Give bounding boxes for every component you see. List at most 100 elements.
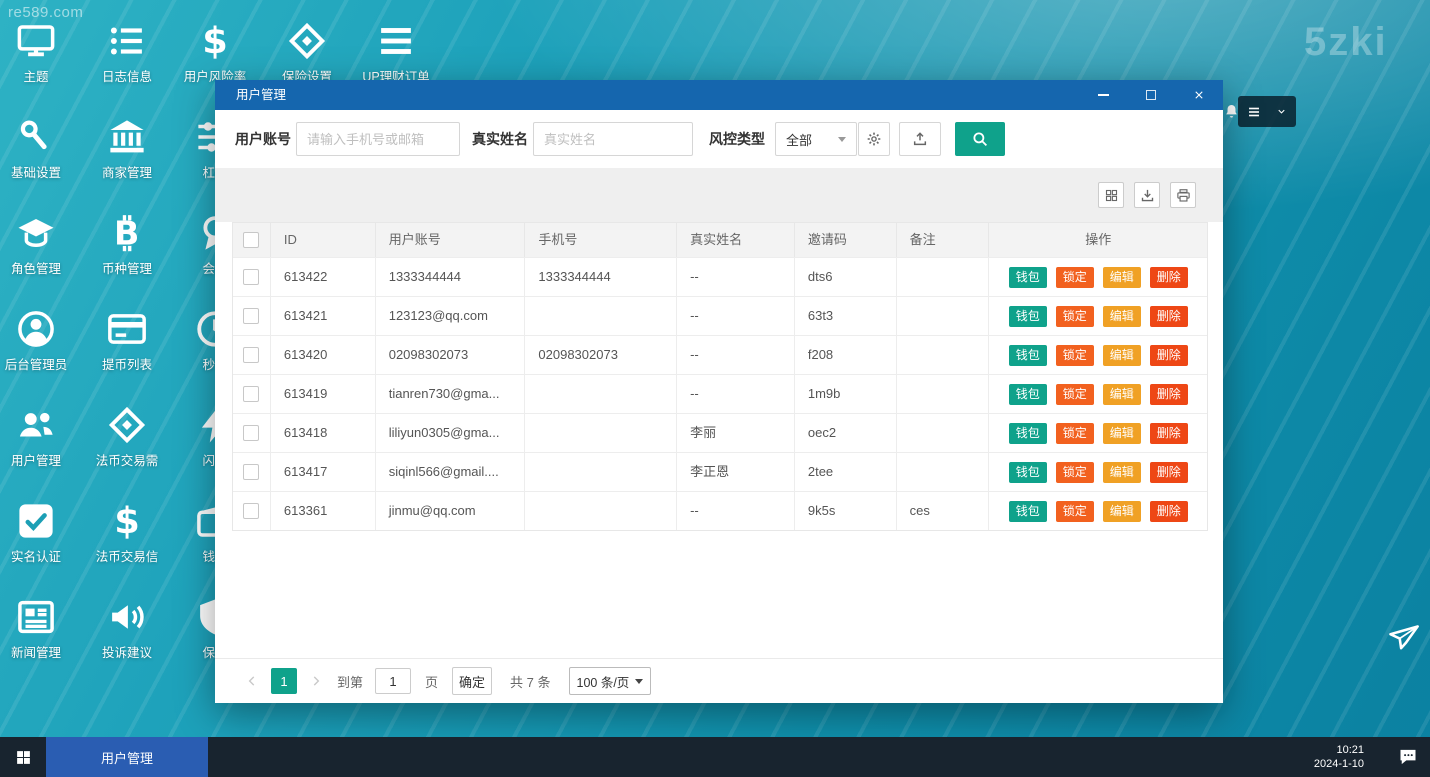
risk-type-value: 全部 — [786, 130, 812, 149]
cell-actions: 钱包锁定编辑删除 — [989, 375, 1207, 413]
delete-button[interactable]: 删除 — [1150, 423, 1188, 444]
lock-button[interactable]: 锁定 — [1056, 345, 1094, 366]
user-management-window: 用户管理 用户账号 真实姓名 风控类型 全部 — [215, 80, 1223, 703]
clock-time: 10:21 — [1314, 743, 1364, 757]
edit-button[interactable]: 编辑 — [1103, 306, 1141, 327]
wallet-button[interactable]: 钱包 — [1009, 501, 1047, 522]
cell-actions: 钱包锁定编辑删除 — [989, 297, 1207, 335]
window-titlebar[interactable]: 用户管理 — [215, 80, 1223, 110]
edit-button[interactable]: 编辑 — [1103, 423, 1141, 444]
maximize-button[interactable] — [1135, 80, 1167, 110]
desktop-icon-news[interactable]: 新闻管理 — [0, 596, 79, 661]
desktop-icon-dollar[interactable]: $用户风险率 — [172, 20, 258, 85]
per-page-select[interactable]: 100 条/页 — [569, 667, 651, 695]
lock-button[interactable]: 锁定 — [1056, 501, 1094, 522]
taskbar-clock: 10:21 2024-1-10 — [1314, 743, 1364, 771]
desktop-icon-label: 实名认证 — [0, 546, 79, 565]
cell-realname: -- — [677, 297, 795, 335]
row-checkbox[interactable] — [243, 308, 259, 324]
lock-button[interactable]: 锁定 — [1056, 306, 1094, 327]
wallet-button[interactable]: 钱包 — [1009, 267, 1047, 288]
delete-button[interactable]: 删除 — [1150, 267, 1188, 288]
account-input[interactable] — [296, 122, 460, 156]
desktop-icon-diamond[interactable]: 保险设置 — [264, 20, 350, 85]
cell-id: 613421 — [271, 297, 376, 335]
delete-button[interactable]: 删除 — [1150, 501, 1188, 522]
delete-button[interactable]: 删除 — [1150, 306, 1188, 327]
lock-button[interactable]: 锁定 — [1056, 423, 1094, 444]
row-checkbox[interactable] — [243, 347, 259, 363]
delete-button[interactable]: 删除 — [1150, 345, 1188, 366]
goto-page-input[interactable] — [375, 668, 411, 694]
search-button[interactable] — [955, 122, 1005, 156]
desktop-icon-bitcoin[interactable]: B币种管理 — [84, 212, 170, 277]
row-checkbox[interactable] — [243, 425, 259, 441]
desktop-icon-check[interactable]: 实名认证 — [0, 500, 79, 565]
desktop-icon-megaphone[interactable]: 投诉建议 — [84, 596, 170, 661]
delete-button[interactable]: 删除 — [1150, 384, 1188, 405]
start-button[interactable] — [0, 737, 46, 777]
lock-button[interactable]: 锁定 — [1056, 462, 1094, 483]
realname-input[interactable] — [533, 122, 693, 156]
cell-phone — [525, 492, 677, 530]
desktop-icon-dollar[interactable]: $法币交易信 — [84, 500, 170, 565]
background-menu-widget[interactable] — [1238, 96, 1296, 127]
row-checkbox[interactable] — [243, 386, 259, 402]
row-checkbox[interactable] — [243, 464, 259, 480]
desktop-icon-monitor[interactable]: 主题 — [0, 20, 79, 85]
desktop-icon-label: 日志信息 — [84, 66, 170, 85]
wallet-button[interactable]: 钱包 — [1009, 462, 1047, 483]
edit-button[interactable]: 编辑 — [1103, 345, 1141, 366]
edit-button[interactable]: 编辑 — [1103, 501, 1141, 522]
chat-icon[interactable] — [1398, 747, 1418, 767]
desktop-icon-admin[interactable]: 后台管理员 — [0, 308, 79, 373]
risk-settings-button[interactable] — [858, 122, 890, 156]
export-button[interactable] — [899, 122, 941, 156]
desktop-icon-users[interactable]: 用户管理 — [0, 404, 79, 469]
download-button[interactable] — [1134, 182, 1160, 208]
wallet-button[interactable]: 钱包 — [1009, 345, 1047, 366]
page-number-current[interactable]: 1 — [271, 668, 297, 694]
cell-id: 613418 — [271, 414, 376, 452]
desktop-icon-wrench[interactable]: 基础设置 — [0, 116, 79, 181]
menu-icon — [375, 20, 417, 62]
desktop-icon-cap[interactable]: 角色管理 — [0, 212, 79, 277]
edit-button[interactable]: 编辑 — [1103, 384, 1141, 405]
edit-button[interactable]: 编辑 — [1103, 462, 1141, 483]
select-all-checkbox[interactable] — [243, 232, 259, 248]
row-checkbox-cell — [233, 258, 271, 296]
delete-button[interactable]: 删除 — [1150, 462, 1188, 483]
wallet-button[interactable]: 钱包 — [1009, 423, 1047, 444]
cell-invite: 1m9b — [795, 375, 897, 413]
desktop-icon-diamond[interactable]: 法币交易需 — [84, 404, 170, 469]
download-icon — [1140, 188, 1155, 203]
wallet-button[interactable]: 钱包 — [1009, 306, 1047, 327]
taskbar-item-user-management[interactable]: 用户管理 — [46, 737, 208, 777]
close-button[interactable] — [1183, 80, 1215, 110]
chevron-right-icon[interactable] — [309, 674, 323, 688]
confirm-button[interactable]: 确定 — [452, 667, 492, 695]
risk-type-select[interactable]: 全部 — [775, 122, 857, 156]
row-checkbox[interactable] — [243, 503, 259, 519]
print-button[interactable] — [1170, 182, 1196, 208]
clock-date: 2024-1-10 — [1314, 757, 1364, 771]
desktop-icon-label: 法币交易信 — [84, 546, 170, 565]
lock-button[interactable]: 锁定 — [1056, 384, 1094, 405]
cell-realname: -- — [677, 258, 795, 296]
desktop-icon-card[interactable]: 提币列表 — [84, 308, 170, 373]
desktop-icon-bank[interactable]: 商家管理 — [84, 116, 170, 181]
wallet-button[interactable]: 钱包 — [1009, 384, 1047, 405]
cell-actions: 钱包锁定编辑删除 — [989, 336, 1207, 374]
minimize-button[interactable] — [1087, 80, 1119, 110]
lock-button[interactable]: 锁定 — [1056, 267, 1094, 288]
page-unit-label: 页 — [425, 672, 438, 691]
grid-button[interactable] — [1098, 182, 1124, 208]
desktop-icon-menu[interactable]: UP理财订单 — [353, 20, 439, 85]
desktop-icon-list[interactable]: 日志信息 — [84, 20, 170, 85]
cell-phone — [525, 375, 677, 413]
row-checkbox[interactable] — [243, 269, 259, 285]
edit-button[interactable]: 编辑 — [1103, 267, 1141, 288]
minimize-icon — [1098, 94, 1109, 96]
chevron-left-icon[interactable] — [245, 674, 259, 688]
cell-id: 613417 — [271, 453, 376, 491]
